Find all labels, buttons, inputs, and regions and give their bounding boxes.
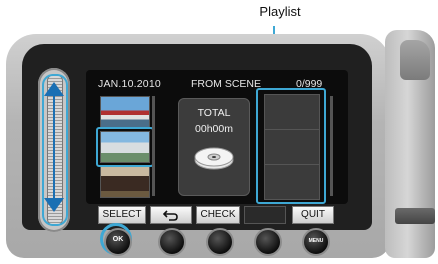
blank-softkey[interactable] [244,206,286,224]
select-softkey[interactable]: SELECT [98,206,146,224]
slider-up-arrow-icon[interactable] [44,82,64,96]
lcd-screen: JAN.10.2010 FROM SCENE 0/999 TOTAL 00h00… [86,70,348,204]
total-label: TOTAL [197,107,231,119]
ok-button[interactable]: OK [104,228,132,256]
scene-thumbnail[interactable] [100,96,150,128]
function-button-2[interactable] [158,228,186,256]
playlist-slot[interactable] [264,164,320,200]
hinge-slot [395,208,435,224]
return-arrow-icon [162,210,178,221]
playlist-callout-label: Playlist [259,4,301,19]
recording-date: JAN.10.2010 [98,78,161,90]
function-button-4[interactable] [254,228,282,256]
disc-icon [194,147,234,170]
quit-softkey[interactable]: QUIT [292,206,334,224]
function-button-3[interactable] [206,228,234,256]
playlist-box [256,88,326,204]
scene-thumbnail[interactable] [100,166,150,198]
check-softkey[interactable]: CHECK [196,206,240,224]
total-time: 00h00m [195,123,233,135]
menu-button-label: MENU [308,238,324,244]
thumbnail-scrollbar[interactable] [152,96,155,196]
playlist-scrollbar[interactable] [330,96,333,196]
source-label: FROM SCENE [191,78,262,90]
ok-button-label: OK [112,236,124,243]
slider-down-arrow-icon[interactable] [44,198,64,212]
slider-shaft [53,94,55,200]
thumbnail-selection-cursor [96,127,154,167]
hinge-knob [400,40,430,80]
menu-button[interactable]: MENU [302,228,330,256]
playlist-slot[interactable] [264,129,320,165]
playlist-slot[interactable] [264,94,320,130]
back-softkey[interactable] [150,206,192,224]
total-panel: TOTAL 00h00m [178,98,250,196]
